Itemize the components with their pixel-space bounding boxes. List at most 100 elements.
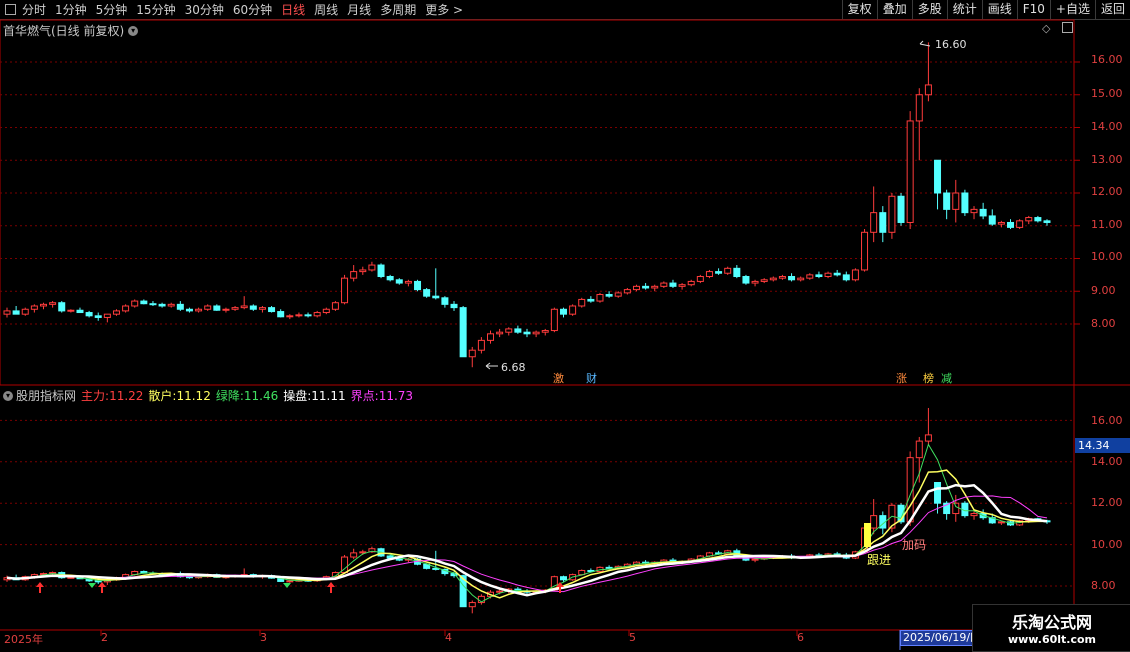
- candle-body: [669, 282, 677, 287]
- candlestick-series: [3, 42, 1051, 368]
- candle-body: [487, 333, 495, 341]
- candle-body: [696, 276, 704, 282]
- candle-body: [559, 308, 567, 315]
- candle-body: [861, 231, 869, 271]
- annotation-genjin: 跟进: [867, 553, 892, 567]
- ind-candle-body: [970, 513, 978, 517]
- candle-body: [879, 212, 887, 233]
- event-tag-ji[interactable]: 激: [553, 370, 564, 386]
- kline-chart[interactable]: [0, 0, 1130, 650]
- high-price-label: 16.60: [935, 38, 967, 51]
- up-arrow-icon: [98, 582, 106, 593]
- candle-body: [806, 274, 814, 279]
- candle-body: [477, 339, 485, 351]
- candle-body: [833, 272, 841, 276]
- candle-body: [277, 311, 285, 318]
- candle-body: [943, 192, 951, 210]
- candle-body: [58, 302, 66, 312]
- event-tag-zhang[interactable]: 涨: [896, 370, 907, 386]
- ind-candle-body: [185, 576, 193, 579]
- candle-body: [1043, 220, 1051, 223]
- candle-body: [760, 279, 768, 282]
- candle-body: [441, 297, 449, 305]
- ind-candle-body: [350, 552, 358, 558]
- candle-body: [961, 192, 969, 214]
- candle-body: [1034, 217, 1042, 222]
- candle-body: [642, 285, 650, 289]
- candle-body: [742, 276, 750, 284]
- ind-candle-body: [870, 515, 878, 529]
- ind-candle-body: [952, 502, 960, 515]
- ind-candle-body: [997, 521, 1005, 524]
- ind-candle-body: [924, 434, 932, 442]
- candle-body: [651, 285, 659, 289]
- candle-body: [3, 310, 11, 315]
- x-tick-label: 2025年: [4, 633, 43, 646]
- annotation-jiama: 加码: [902, 538, 927, 552]
- event-tag-jian[interactable]: 减: [941, 370, 952, 386]
- line-caopan: [6, 483, 1048, 597]
- candle-body: [514, 328, 522, 333]
- candle-body: [614, 292, 622, 297]
- candle-body: [1025, 217, 1033, 222]
- candle-body: [450, 303, 458, 309]
- candle-body: [605, 294, 613, 297]
- candle-body: [988, 215, 996, 225]
- down-arrow-icon: [283, 583, 291, 588]
- y-tick-label: 12.00: [1091, 185, 1123, 198]
- candle-body: [888, 195, 896, 233]
- candle-body: [167, 303, 175, 307]
- ind-candle-body: [559, 576, 567, 581]
- ind-y-tick-label: 10.00: [1091, 538, 1123, 551]
- candle-body: [870, 212, 878, 233]
- candle-body: [824, 272, 832, 278]
- candle-body: [122, 305, 130, 312]
- candle-body: [39, 303, 47, 307]
- candle-body: [623, 289, 631, 294]
- candle-body: [49, 302, 57, 305]
- ind-candle-body: [934, 482, 942, 504]
- up-arrow-icon: [327, 582, 335, 593]
- chart-grid: [0, 19, 1130, 636]
- candle-body: [149, 303, 157, 306]
- candle-body: [331, 302, 339, 310]
- watermark-url: www.60lt.com: [1007, 633, 1097, 646]
- candle-body: [815, 274, 823, 278]
- ind-candle-body: [468, 602, 476, 608]
- ind-candle-body: [286, 580, 294, 583]
- candle-body: [231, 307, 239, 310]
- ind-candle-body: [359, 551, 367, 554]
- candle-body: [423, 289, 431, 297]
- y-tick-label: 11.00: [1091, 218, 1123, 231]
- candle-body: [550, 308, 558, 332]
- candle-body: [851, 269, 859, 281]
- candle-body: [131, 300, 139, 307]
- candle-body: [185, 308, 193, 312]
- candle-body: [596, 294, 604, 302]
- candle-body: [404, 280, 412, 284]
- candle-body: [687, 280, 695, 286]
- candle-body: [213, 305, 221, 311]
- candle-body: [359, 269, 367, 273]
- candle-body: [970, 208, 978, 214]
- ind-candle-body: [915, 440, 923, 459]
- candle-body: [350, 271, 358, 279]
- watermark-logo: 乐淘公式网 www.60lt.com: [972, 604, 1130, 652]
- candle-body: [304, 314, 312, 317]
- candle-body: [496, 331, 504, 335]
- event-tag-bang[interactable]: 榜: [923, 370, 934, 386]
- candle-body: [158, 303, 166, 307]
- candle-body: [313, 312, 321, 317]
- candle-body: [85, 312, 93, 317]
- ind-candle-body: [751, 558, 759, 561]
- candle-body: [295, 314, 303, 317]
- candle-body: [21, 308, 29, 315]
- candle-body: [587, 298, 595, 302]
- candle-body: [660, 282, 668, 287]
- event-tag-cai[interactable]: 财: [586, 370, 597, 386]
- x-tick-label: 2: [101, 631, 108, 644]
- candle-body: [733, 267, 741, 278]
- candle-body: [569, 305, 577, 315]
- low-price-label: 6.68: [501, 361, 526, 374]
- current-price-tag: 14.34: [1075, 438, 1130, 453]
